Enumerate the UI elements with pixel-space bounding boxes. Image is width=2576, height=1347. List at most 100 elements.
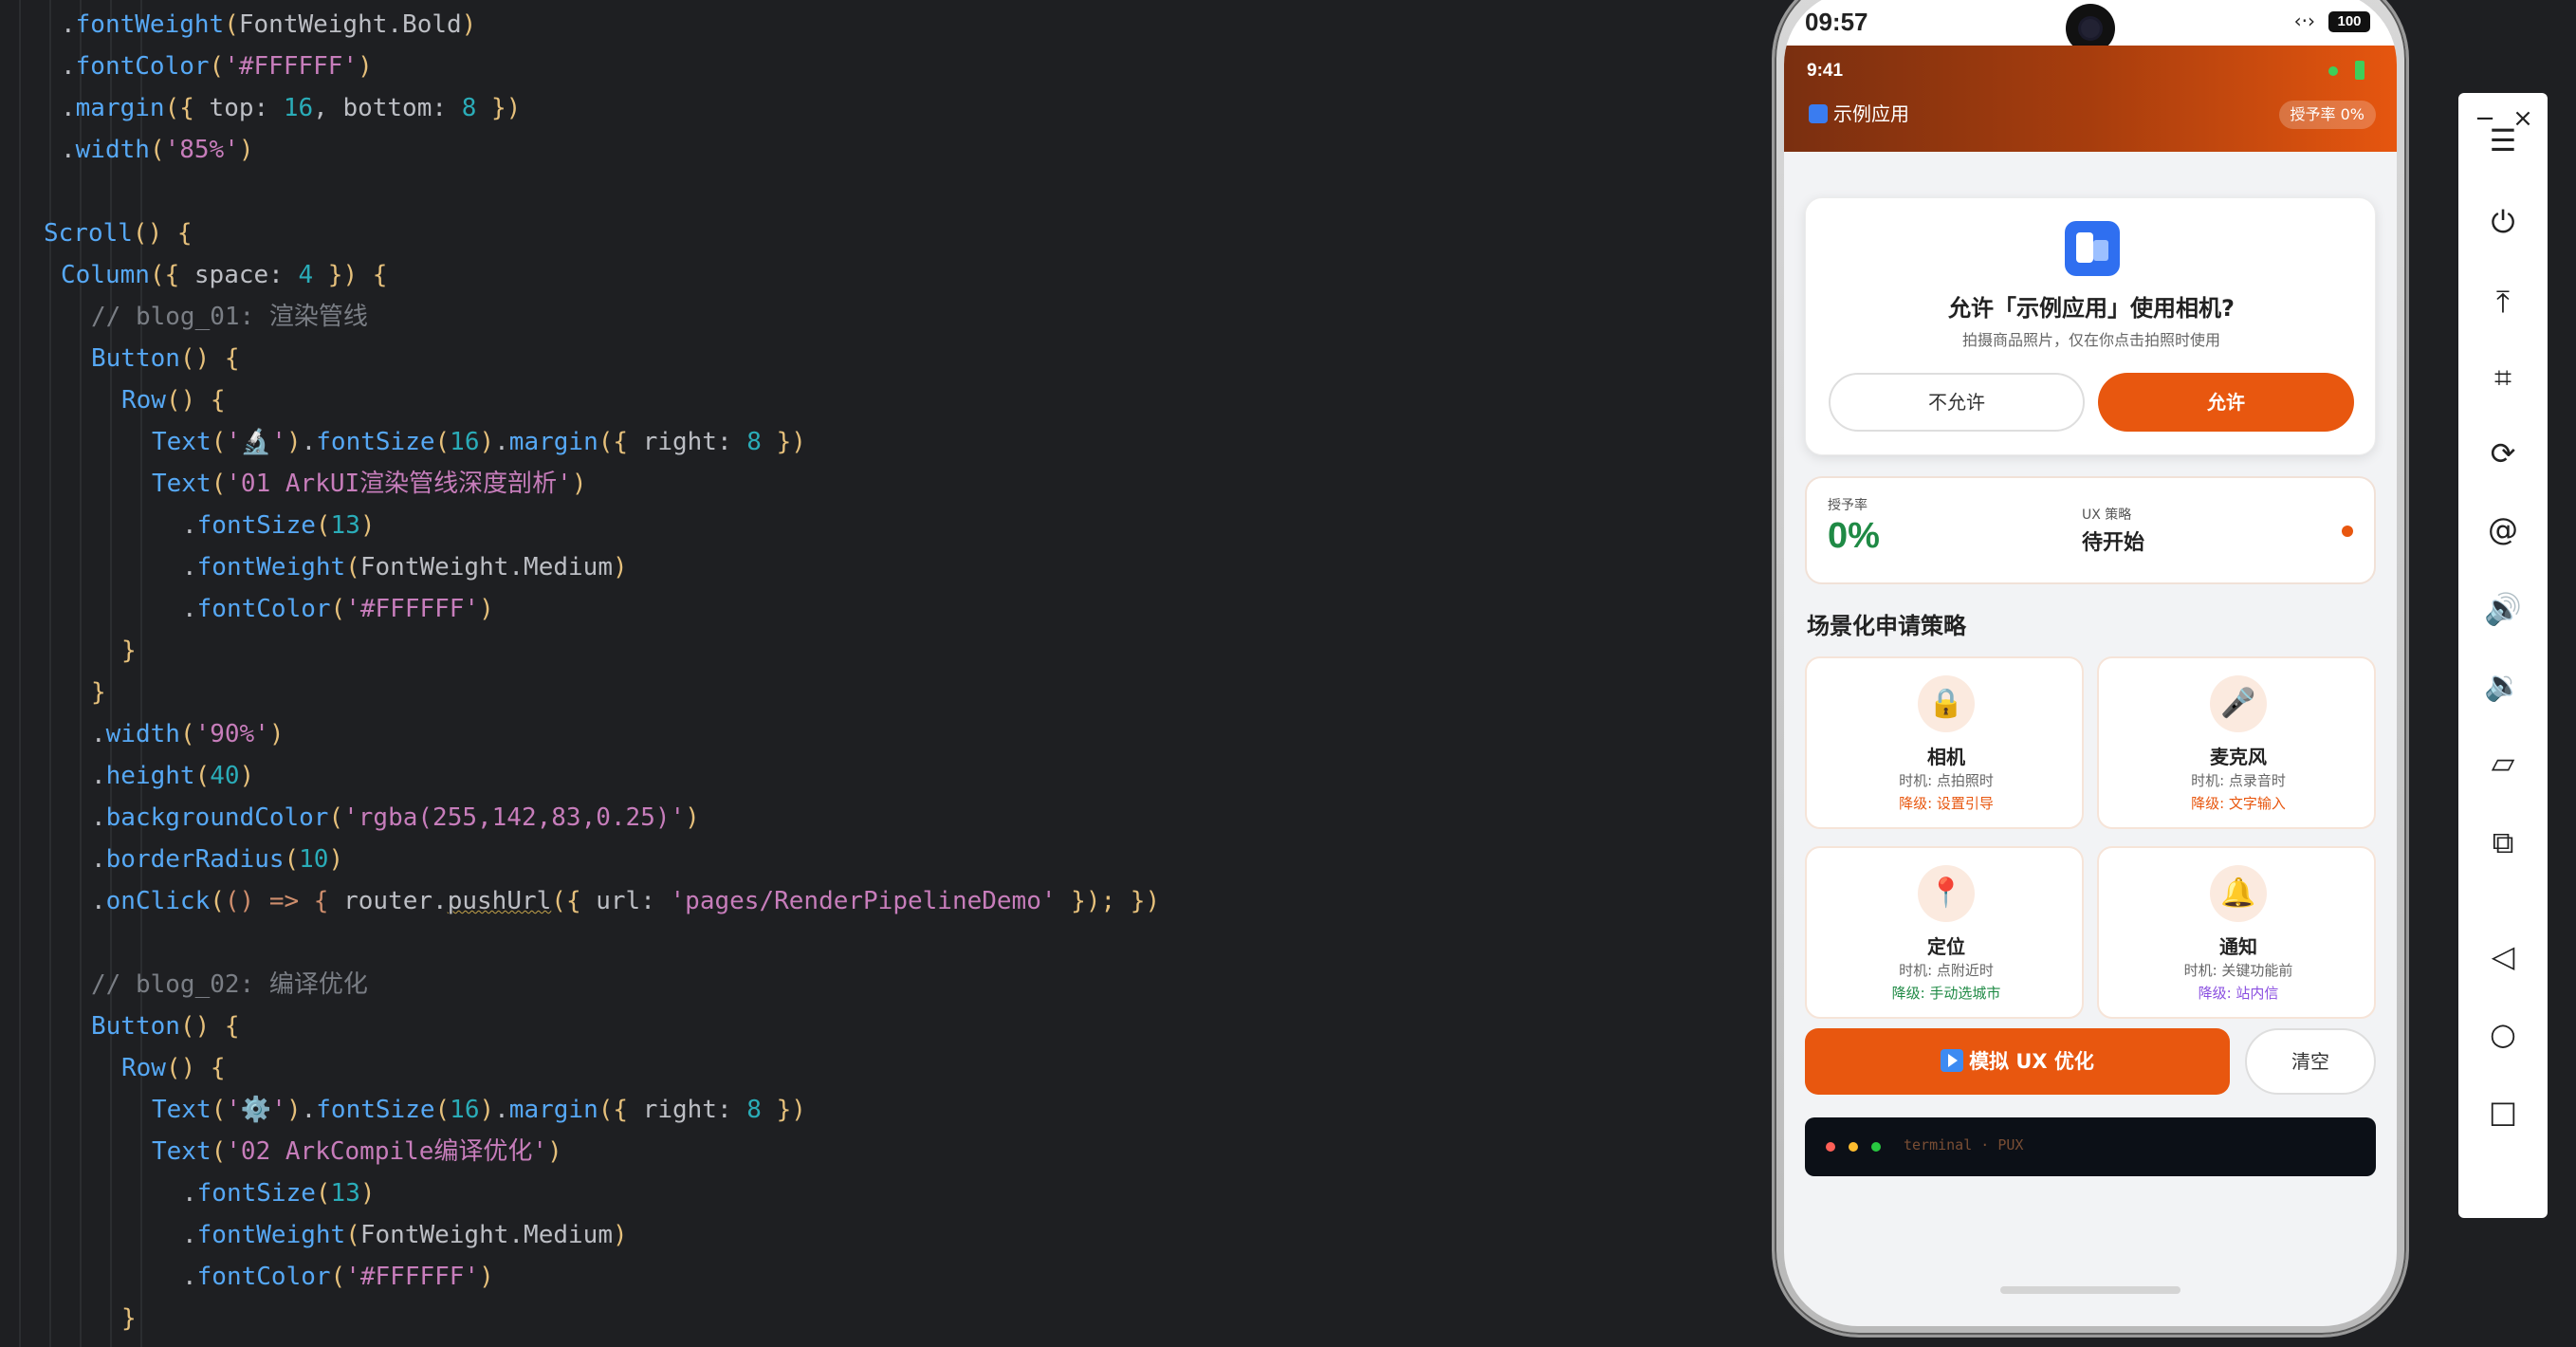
back-icon[interactable]: ◁	[2458, 928, 2548, 985]
code-token: width	[105, 720, 180, 748]
code-line: .fontSize(13)	[182, 505, 376, 546]
at-icon[interactable]: @	[2458, 501, 2548, 558]
code-token: )	[479, 428, 495, 456]
code-token: .	[91, 887, 106, 915]
code-token: height	[105, 762, 195, 790]
code-token: )	[285, 428, 302, 456]
code-token: {	[179, 94, 210, 122]
code-token: (	[211, 470, 227, 498]
code-token: '#FFFFFF'	[224, 52, 359, 81]
status-dot-icon	[2342, 526, 2353, 537]
volume-down-icon[interactable]: 🔉	[2458, 656, 2548, 713]
rotate-icon[interactable]: ⟳	[2458, 425, 2548, 482]
code-token: )	[239, 762, 255, 790]
code-line: Row() {	[121, 379, 226, 421]
app-icon	[1809, 104, 1828, 123]
code-token: space:	[193, 261, 299, 289]
code-token: Scroll	[44, 219, 133, 248]
battery-icon	[2355, 61, 2364, 80]
home-icon[interactable]: ○	[2458, 1006, 2548, 1062]
code-token: right:	[642, 428, 747, 456]
home-indicator[interactable]	[2000, 1286, 2180, 1294]
code-token: fontSize	[196, 511, 316, 540]
code-token: () {	[179, 344, 240, 373]
tile-name: 通知	[2219, 935, 2257, 958]
network-icon: ‹·›	[2293, 9, 2315, 32]
code-token: )	[328, 845, 344, 874]
code-token: '#FFFFFF'	[345, 1263, 480, 1291]
recents-icon[interactable]: □	[2458, 1083, 2548, 1140]
crop-icon[interactable]: ⌗	[2458, 349, 2548, 406]
code-token: top:	[209, 94, 284, 122]
code-token: (	[224, 10, 239, 39]
multi-screen-icon[interactable]: ⧉	[2458, 814, 2548, 871]
code-token: (	[211, 1137, 227, 1166]
code-token: .	[91, 845, 106, 874]
tile-location[interactable]: 📍 定位 时机: 点附近时 降级: 手动选城市	[1805, 846, 2084, 1019]
code-token: }	[313, 261, 343, 289]
menu-icon[interactable]: ☰	[2458, 112, 2548, 169]
code-token: borderRadius	[105, 845, 285, 874]
code-token: .	[494, 428, 509, 456]
phone-screen[interactable]: 09:57 ‹·› 100 9:41 示例应用 授予率 0% 允许「示例应用」使…	[1784, 0, 2397, 1326]
code-token: (	[434, 428, 451, 456]
code-token: 'pages/RenderPipelineDemo'	[670, 887, 1057, 915]
code-token: margin	[508, 428, 598, 456]
code-token: '⚙️'	[226, 1096, 286, 1124]
pin-top-icon[interactable]: ⤒	[2458, 273, 2548, 330]
tile-name: 相机	[1927, 746, 1965, 768]
code-token: // blog_02: 编译优化	[91, 970, 368, 999]
bell-icon: 🔔	[2210, 865, 2267, 922]
code-token: 'rgba(255,142,83,0.25)'	[343, 803, 686, 832]
stats-card: 授予率 0% UX 策略 待开始	[1805, 476, 2376, 584]
code-token: .	[61, 10, 76, 39]
code-token: )	[358, 52, 373, 81]
code-token: Text	[152, 470, 212, 498]
code-token: 16	[450, 428, 480, 456]
terminal-panel: terminal · PUX	[1805, 1117, 2376, 1176]
tile-microphone[interactable]: 🎤 麦克风 时机: 点录音时 降级: 文字输入	[2097, 656, 2376, 829]
code-token: }	[121, 1304, 137, 1333]
code-line: .fontWeight(FontWeight.Medium)	[182, 546, 628, 588]
code-token: fontSize	[316, 428, 435, 456]
code-editor[interactable]: .fontWeight(FontWeight.Bold) .fontColor('…	[0, 0, 1764, 1347]
code-line: .fontColor('#FFFFFF')	[61, 46, 373, 87]
deny-button[interactable]: 不允许	[1829, 373, 2085, 432]
power-icon[interactable]: ⏻	[2458, 194, 2548, 250]
code-token: (	[211, 1096, 227, 1124]
volume-up-icon[interactable]: 🔊	[2458, 581, 2548, 637]
code-token: FontWeight.Medium	[359, 1221, 613, 1249]
code-token: (	[434, 1096, 451, 1124]
code-token: (	[284, 845, 300, 874]
terminal-label: terminal · PUX	[1904, 1136, 2024, 1153]
tile-notification[interactable]: 🔔 通知 时机: 关键功能前 降级: 站内信	[2097, 846, 2376, 1019]
tile-fallback: 降级: 设置引导	[1899, 795, 1994, 812]
code-token: 40	[210, 762, 240, 790]
code-line: Text('02 ArkCompile编译优化')	[152, 1131, 562, 1172]
tile-camera[interactable]: 🔒 相机 时机: 点拍照时 降级: 设置引导	[1805, 656, 2084, 829]
code-line: .margin({ top: 16, bottom: 8 })	[61, 87, 521, 129]
code-token: (	[598, 428, 614, 456]
shake-icon[interactable]: ▱	[2458, 734, 2548, 791]
simulate-ux-button[interactable]: 模拟 UX 优化	[1805, 1028, 2230, 1095]
code-token: (	[164, 94, 180, 122]
clear-button[interactable]: 清空	[2245, 1028, 2376, 1095]
code-token: Text	[152, 428, 212, 456]
allow-button[interactable]: 允许	[2098, 373, 2354, 432]
code-token: ) {	[342, 261, 388, 289]
code-line: Button() {	[91, 338, 240, 379]
code-token: '90%'	[194, 720, 269, 748]
code-line: .fontSize(13)	[182, 1172, 376, 1214]
code-token: (	[330, 1263, 346, 1291]
code-token: () {	[132, 219, 193, 248]
code-token: (	[551, 887, 566, 915]
code-token: (	[149, 136, 165, 164]
code-token: backgroundColor	[105, 803, 329, 832]
code-token: fontWeight	[196, 553, 346, 581]
code-token: (	[345, 553, 360, 581]
ux-strategy-label: UX 策略	[2082, 507, 2132, 523]
code-token: fontSize	[196, 1179, 316, 1208]
terminal-minimize-dot-icon	[1849, 1142, 1858, 1152]
code-token: )	[479, 1263, 494, 1291]
code-line: Text('🔬').fontSize(16).margin({ right: 8…	[152, 421, 806, 463]
